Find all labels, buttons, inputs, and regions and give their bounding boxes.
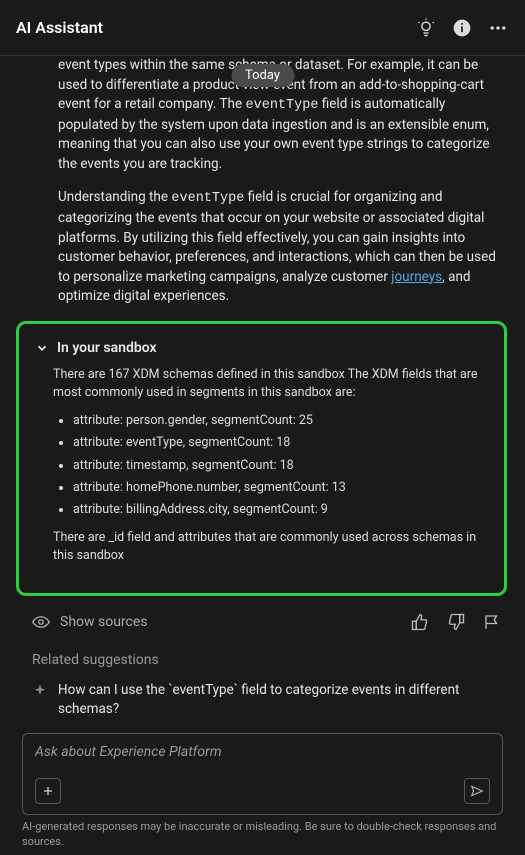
sandbox-toggle[interactable]: In your sandbox	[35, 338, 488, 358]
input-placeholder: Ask about Experience Platform	[35, 744, 490, 760]
feedback-actions	[411, 613, 501, 631]
sandbox-panel: In your sandbox There are 167 XDM schema…	[16, 321, 507, 596]
sandbox-list: attribute: person.gender, segmentCount: …	[53, 412, 488, 519]
sources-row: Show sources	[16, 608, 507, 646]
more-icon[interactable]	[487, 17, 509, 39]
text: Understanding the	[58, 189, 171, 205]
header-actions	[415, 17, 509, 39]
show-sources-button[interactable]: Show sources	[32, 612, 148, 632]
send-icon	[470, 784, 484, 798]
date-pill: Today	[231, 64, 294, 87]
app-title: AI Assistant	[16, 18, 103, 37]
sandbox-footer: There are _id field and attributes that …	[53, 529, 488, 565]
sandbox-intro: There are 167 XDM schemas defined in thi…	[53, 366, 488, 402]
chevron-down-icon	[35, 341, 49, 355]
message-paragraph: Understanding the eventType field is cru…	[58, 188, 507, 306]
flag-icon[interactable]	[483, 613, 501, 631]
header-bar: AI Assistant	[0, 0, 525, 56]
eye-icon	[32, 613, 50, 631]
input-area[interactable]: Ask about Experience Platform	[22, 733, 503, 815]
journeys-link[interactable]: journeys	[391, 269, 442, 285]
show-sources-label: Show sources	[60, 612, 148, 632]
code-text: eventType	[171, 191, 244, 206]
sandbox-body: There are 167 XDM schemas defined in thi…	[53, 366, 488, 565]
send-button[interactable]	[464, 778, 490, 804]
list-item: attribute: eventType, segmentCount: 18	[73, 434, 488, 452]
list-item: attribute: person.gender, segmentCount: …	[73, 412, 488, 430]
message-scroll: event types within the same schema or da…	[0, 56, 525, 756]
attach-button[interactable]	[35, 778, 61, 804]
code-text: eventType	[246, 98, 319, 113]
input-toolbar	[35, 778, 490, 804]
sandbox-title: In your sandbox	[57, 338, 157, 358]
suggestion-text: How can I use the `eventType` field to c…	[58, 681, 507, 720]
sparkle-icon	[32, 683, 48, 699]
idea-icon[interactable]	[415, 17, 437, 39]
list-item: attribute: timestamp, segmentCount: 18	[73, 457, 488, 475]
related-title: Related suggestions	[16, 650, 507, 670]
disclaimer-text: AI-generated responses may be inaccurate…	[22, 820, 503, 849]
thumbs-down-icon[interactable]	[447, 613, 465, 631]
plus-icon	[41, 784, 55, 798]
suggestion-item[interactable]: How can I use the `eventType` field to c…	[16, 681, 507, 720]
info-icon[interactable]	[451, 17, 473, 39]
thumbs-up-icon[interactable]	[411, 613, 429, 631]
list-item: attribute: billingAddress.city, segmentC…	[73, 501, 488, 519]
list-item: attribute: homePhone.number, segmentCoun…	[73, 479, 488, 497]
